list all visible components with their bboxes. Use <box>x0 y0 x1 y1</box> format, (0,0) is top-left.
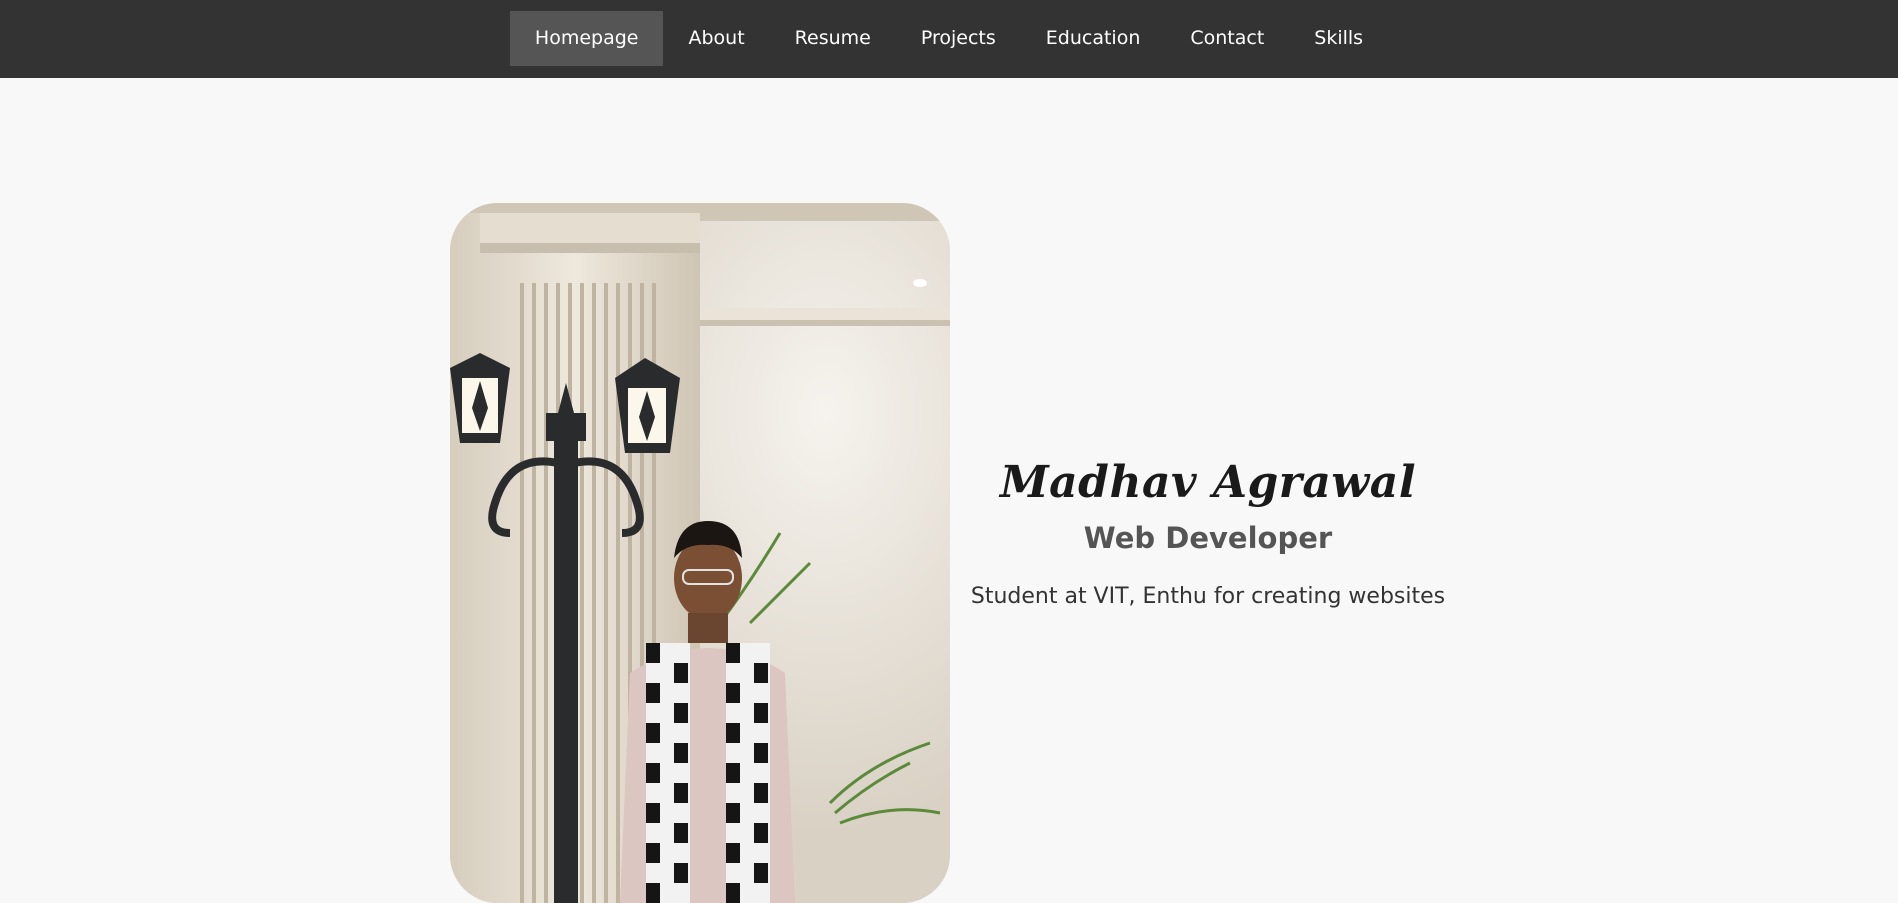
profile-photo <box>450 203 950 903</box>
hero-role: Web Developer <box>1083 521 1333 555</box>
hero-description: Student at VIT, Enthu for creating websi… <box>970 584 1446 609</box>
nav-list: Homepage About Resume Projects Education… <box>509 11 1388 66</box>
nav-item-education[interactable]: Education <box>1021 11 1166 66</box>
hero-text-block: Madhav Agrawal Web Developer Student at … <box>960 450 1456 634</box>
top-navbar: Homepage About Resume Projects Education… <box>0 0 1898 78</box>
hero-name: Madhav Agrawal <box>999 457 1417 508</box>
nav-item-resume[interactable]: Resume <box>770 11 896 66</box>
nav-item-skills[interactable]: Skills <box>1289 11 1388 66</box>
profile-photo-illustration <box>450 203 950 903</box>
nav-item-projects[interactable]: Projects <box>896 11 1021 66</box>
nav-item-about[interactable]: About <box>663 11 769 66</box>
nav-item-homepage[interactable]: Homepage <box>509 11 664 66</box>
nav-item-contact[interactable]: Contact <box>1165 11 1289 66</box>
